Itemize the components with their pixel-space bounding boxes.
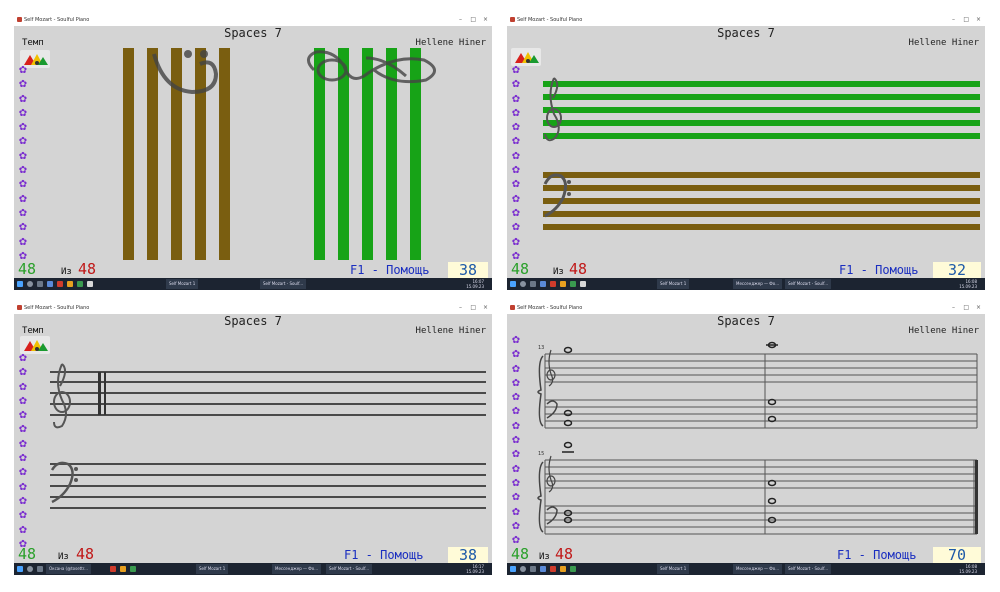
clock-date: 15.09.23: [466, 284, 484, 289]
treble-staff: [50, 371, 486, 416]
app-icon[interactable]: [67, 281, 73, 287]
brace: [537, 355, 544, 427]
taskbar: Self Mozart 1 Self Mozart - Soulf... 16:…: [14, 278, 492, 290]
staff-area: [50, 363, 486, 509]
score-correct: 48: [18, 545, 37, 563]
staff-area: [537, 341, 978, 535]
system-tray: 16:08 15.09.23: [959, 279, 977, 289]
taskbar: Оксана (@tosettr... Self Mozart 1 Мессен…: [14, 563, 492, 575]
taskbar: Self Mozart 1 Мессенджер — Фо... Self Mo…: [507, 278, 985, 290]
grand-staff-system-2: [544, 459, 977, 535]
taskbar-item[interactable]: Мессенджер — Фо...: [733, 564, 783, 574]
taskbar-item[interactable]: Self Mozart - Soulf...: [326, 564, 373, 574]
windows-icon[interactable]: [17, 281, 23, 287]
score-correct: 48: [511, 260, 530, 278]
app-icon[interactable]: [560, 566, 566, 572]
window-panel-1: Self Mozart - Soulful Piano – □ × Spaces…: [14, 14, 492, 290]
counter-display: 70: [933, 547, 981, 563]
app-icon[interactable]: [120, 566, 126, 572]
taskbar: Self Mozart 1 Мессенджер — Фо... Self Mo…: [507, 563, 985, 575]
counter-display: 38: [448, 262, 488, 278]
treble-staff: [543, 81, 980, 139]
task-view-icon[interactable]: [530, 566, 536, 572]
task-view-icon[interactable]: [37, 566, 43, 572]
taskbar-item[interactable]: Мессенджер — Фо...: [272, 564, 322, 574]
staff-area: [543, 77, 980, 230]
windows-icon[interactable]: [17, 566, 23, 572]
windows-icon[interactable]: [510, 566, 516, 572]
bass-clef-icon: [152, 50, 219, 95]
app-icon[interactable]: [110, 566, 116, 572]
score-correct: 48: [18, 260, 37, 278]
taskbar-item[interactable]: Мессенджер — Фо...: [733, 279, 783, 289]
help-hint[interactable]: F1 - Помощь: [839, 263, 918, 277]
search-icon[interactable]: [27, 566, 33, 572]
score-total: 48: [569, 260, 588, 278]
barline: [98, 372, 101, 415]
grand-staff-system-1: [544, 353, 978, 429]
bass-staff: [50, 463, 486, 509]
taskbar-item[interactable]: Self Mozart 1: [657, 279, 690, 289]
clock-date: 15.09.23: [959, 569, 977, 574]
system-tray: 16:08 15.09.23: [959, 564, 977, 574]
search-icon[interactable]: [520, 566, 526, 572]
barline: [104, 372, 106, 415]
window-panel-3: Self Mozart - Soulful Piano – □ × Spaces…: [14, 302, 492, 575]
clock-date: 15.09.23: [466, 569, 484, 574]
windows-icon[interactable]: [510, 281, 516, 287]
note-icon: [562, 341, 778, 524]
task-view-icon[interactable]: [37, 281, 43, 287]
bass-clef-icon: [543, 173, 571, 218]
help-hint[interactable]: F1 - Помощь: [837, 548, 916, 562]
window-panel-2: Self Mozart - Soulful Piano – □ × Spaces…: [507, 14, 985, 290]
app-icon[interactable]: [560, 281, 566, 287]
app-icon[interactable]: [47, 281, 53, 287]
counter-display: 32: [933, 262, 981, 278]
of-label: Из: [58, 552, 69, 562]
app-icon[interactable]: [540, 281, 546, 287]
taskbar-item[interactable]: Self Mozart 1: [657, 564, 690, 574]
of-label: Из: [61, 267, 72, 277]
taskbar-item[interactable]: Self Mozart 1: [196, 564, 229, 574]
of-label: Из: [553, 267, 564, 277]
app-icon[interactable]: [570, 281, 576, 287]
app-icon[interactable]: [550, 566, 556, 572]
app-icon[interactable]: [57, 281, 63, 287]
treble-clef-icon: [53, 363, 71, 429]
task-view-icon[interactable]: [530, 281, 536, 287]
window-panel-4: Self Mozart - Soulful Piano – □ × Spaces…: [507, 302, 985, 575]
app-icon[interactable]: [570, 566, 576, 572]
counter-display: 38: [448, 547, 488, 563]
app-icon[interactable]: [580, 281, 586, 287]
of-label: Из: [539, 552, 550, 562]
app-icon[interactable]: [550, 281, 556, 287]
bass-staff: [543, 172, 980, 230]
score-total: 48: [555, 545, 574, 563]
score-correct: 48: [511, 545, 530, 563]
app-icon[interactable]: [77, 281, 83, 287]
system-tray: 16:07 15.09.23: [466, 279, 484, 289]
final-barline: [975, 460, 978, 534]
app-icon[interactable]: [87, 281, 93, 287]
search-icon[interactable]: [27, 281, 33, 287]
system-tray: 16:17 15.09.23: [466, 564, 484, 574]
taskbar-item[interactable]: Self Mozart - Soulf...: [785, 564, 832, 574]
taskbar-item[interactable]: Self Mozart 1: [166, 279, 199, 289]
taskbar-item[interactable]: Оксана (@tosettr...: [46, 564, 91, 574]
help-hint[interactable]: F1 - Помощь: [344, 548, 423, 562]
app-icon[interactable]: [130, 566, 136, 572]
brace: [537, 461, 544, 533]
search-icon[interactable]: [520, 281, 526, 287]
taskbar-item[interactable]: Self Mozart - Soulf...: [260, 279, 307, 289]
taskbar-item[interactable]: Self Mozart - Soulf...: [785, 279, 832, 289]
staff-area: [123, 48, 436, 260]
score-total: 48: [78, 260, 97, 278]
clock-date: 15.09.23: [959, 284, 977, 289]
score-total: 48: [76, 545, 95, 563]
help-hint[interactable]: F1 - Помощь: [350, 263, 429, 277]
app-icon[interactable]: [540, 566, 546, 572]
